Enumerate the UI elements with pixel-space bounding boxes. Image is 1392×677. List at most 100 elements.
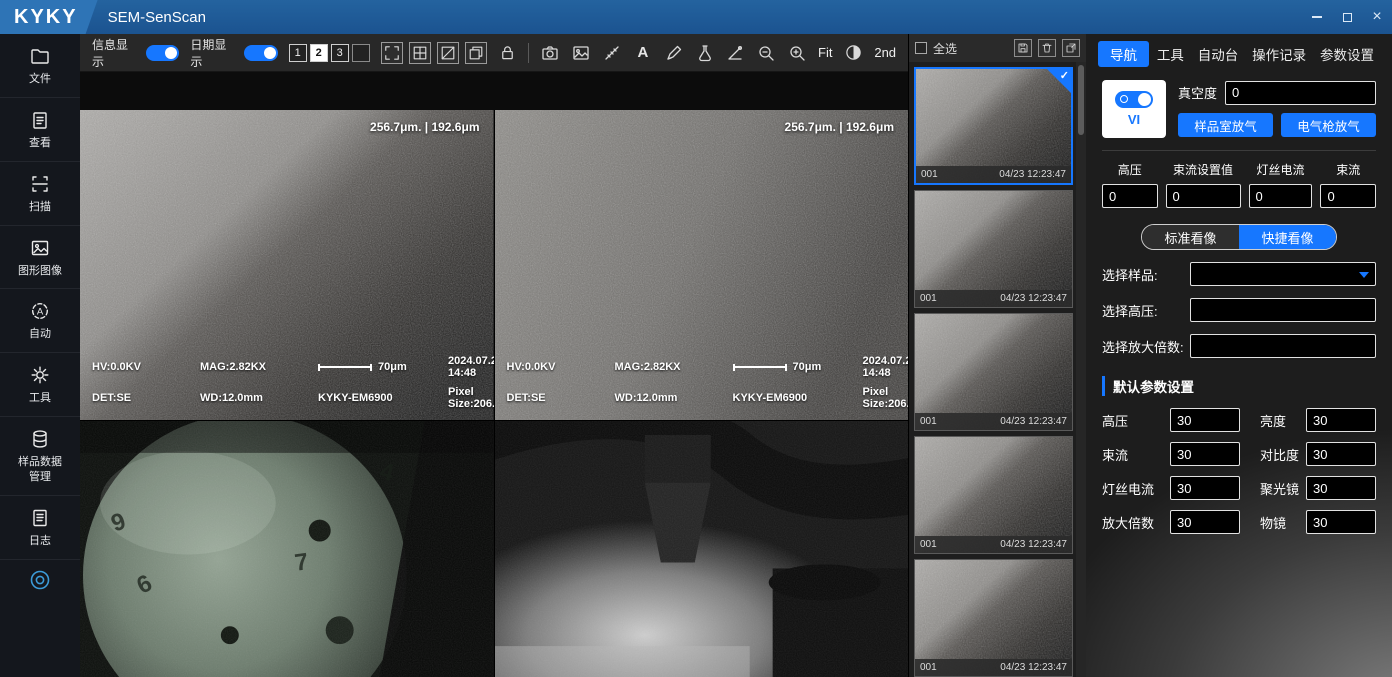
split-view-button[interactable]	[437, 42, 459, 64]
sidebar-item-auto[interactable]: A 自动	[0, 289, 80, 353]
view-3-button[interactable]: 3	[331, 44, 349, 62]
overlay-view-button[interactable]	[465, 42, 487, 64]
grid-icon	[412, 45, 428, 61]
capture-button[interactable]	[540, 42, 560, 64]
sidebar-item-label: 扫描	[14, 200, 66, 215]
measure-button[interactable]	[602, 42, 622, 64]
mag-select-row: 选择放大倍数:	[1102, 334, 1376, 358]
sidebar-item-sample-data[interactable]: 样品数据管理	[0, 417, 80, 496]
vent-chamber-button[interactable]: 样品室放气	[1178, 113, 1273, 137]
tab-tools[interactable]: 工具	[1151, 41, 1190, 67]
thumbnail-item[interactable]: 001 04/23 12:23:47	[914, 559, 1073, 677]
info-display-toggle[interactable]	[146, 45, 180, 61]
vi-power-toggle[interactable]	[1115, 91, 1153, 108]
select-all-checkbox[interactable]	[915, 42, 927, 54]
standard-imaging-button[interactable]: 标准看像	[1142, 225, 1239, 249]
sidebar-item-scan[interactable]: 扫描	[0, 162, 80, 226]
tab-parameter-settings[interactable]: 参数设置	[1314, 41, 1380, 67]
tab-operation-log[interactable]: 操作记录	[1246, 41, 1312, 67]
chamber-camera-viewport[interactable]	[495, 421, 909, 677]
sample-select[interactable]	[1190, 262, 1376, 286]
thumbnail-scrollbar[interactable]	[1076, 62, 1086, 677]
text-annotation-button[interactable]: A	[633, 42, 653, 64]
thumbnail-item[interactable]: ✓ 001 04/23 12:23:47	[914, 67, 1073, 185]
stage-camera-viewport[interactable]: 4 7 9 6	[80, 421, 494, 677]
thumbnail-item[interactable]: 001 04/23 12:23:47	[914, 190, 1073, 308]
mag-value: MAG:2.82KX	[200, 361, 318, 373]
default-filament-input[interactable]	[1170, 476, 1240, 500]
maximize-button[interactable]	[1332, 0, 1362, 34]
default-objective-input[interactable]	[1306, 510, 1376, 534]
beam-set-input[interactable]	[1166, 184, 1241, 208]
tab-auto-stage[interactable]: 自动台	[1192, 41, 1245, 67]
thumbnail-item[interactable]: 001 04/23 12:23:47	[914, 313, 1073, 431]
draw-button[interactable]	[664, 42, 684, 64]
auto-icon: A	[30, 301, 50, 321]
wd-value: WD:12.0mm	[615, 392, 733, 404]
hv-select-input[interactable]	[1190, 298, 1376, 322]
zoom-out-button[interactable]	[756, 42, 776, 64]
contrast-button[interactable]	[844, 42, 864, 64]
sample-select-row: 选择样品:	[1102, 262, 1376, 286]
scalebar-value: 70μm	[378, 361, 407, 373]
minimize-button[interactable]	[1302, 0, 1332, 34]
view-extra-button[interactable]	[352, 44, 370, 62]
thumbnail-item[interactable]: 001 04/23 12:23:47	[914, 436, 1073, 554]
default-contrast-input[interactable]	[1306, 442, 1376, 466]
view-2-button[interactable]: 2	[310, 44, 328, 62]
quick-imaging-button[interactable]: 快捷看像	[1239, 225, 1336, 249]
sample-tool-button[interactable]	[695, 42, 715, 64]
info-display-label: 信息显示	[92, 36, 140, 70]
sidebar-item-file[interactable]: 文件	[0, 34, 80, 98]
default-hv-input[interactable]	[1170, 408, 1240, 432]
sidebar-item-view[interactable]: 查看	[0, 98, 80, 162]
pixel-grid-button[interactable]	[409, 42, 431, 64]
default-condenser-input[interactable]	[1306, 476, 1376, 500]
hv-select-row: 选择高压:	[1102, 298, 1376, 322]
vacuum-input[interactable]	[1225, 81, 1376, 105]
info-display-toggle-group: 信息显示	[92, 36, 179, 70]
save-button[interactable]	[1014, 39, 1032, 57]
sidebar-item-tools[interactable]: 工具	[0, 353, 80, 417]
image-icon	[30, 238, 50, 258]
sidebar-item-log[interactable]: 日志	[0, 496, 80, 560]
delete-button[interactable]	[1038, 39, 1056, 57]
defaults-section-title: 默认参数设置	[1102, 376, 1376, 396]
mag-select-input[interactable]	[1190, 334, 1376, 358]
snapshot-button[interactable]	[571, 42, 591, 64]
tab-navigation[interactable]: 导航	[1098, 41, 1149, 67]
viewer-toolbar: 信息显示 日期显示 1 2 3	[80, 34, 908, 72]
default-brightness-input[interactable]	[1306, 408, 1376, 432]
thumbnail-time: 04/23 12:23:47	[1000, 416, 1067, 427]
default-parameters-grid: 高压 亮度 束流 对比度 灯丝电流 聚光镜 放大倍数 物镜	[1102, 408, 1376, 534]
beam-set-label: 束流设置值	[1166, 161, 1241, 178]
second-display-button[interactable]: 2nd	[874, 45, 896, 60]
vi-toggle-card[interactable]: VI	[1102, 80, 1166, 138]
hv-param-input[interactable]	[1102, 184, 1158, 208]
lock-button[interactable]	[498, 42, 518, 64]
thumbnail-panel: 全选 ✓	[908, 34, 1086, 677]
default-mag-label: 放大倍数	[1102, 513, 1164, 532]
sem-viewport-2[interactable]: 256.7μm. | 192.6μm HV:0.0KV MAG:2.82KX 7…	[495, 110, 909, 420]
sidebar-item-graphics-image[interactable]: 图形图像	[0, 226, 80, 290]
export-button[interactable]	[1062, 39, 1080, 57]
fit-button[interactable]: Fit	[818, 45, 832, 60]
filament-input[interactable]	[1249, 184, 1313, 208]
view-1-button[interactable]: 1	[289, 44, 307, 62]
date-display-toggle[interactable]	[244, 45, 278, 61]
scrollbar-thumb[interactable]	[1078, 65, 1084, 135]
sem-viewport-1[interactable]: 256.7μm. | 192.6μm HV:0.0KV MAG:2.82KX 7…	[80, 110, 494, 420]
angle-measure-button[interactable]	[726, 42, 746, 64]
fullscreen-button[interactable]	[381, 42, 403, 64]
vent-gun-button[interactable]: 电气枪放气	[1281, 113, 1376, 137]
beam-input[interactable]	[1320, 184, 1376, 208]
datetime-value: 2024.07.23 14:48	[863, 355, 909, 379]
display-mode-buttons	[381, 42, 487, 64]
sidebar-item-partial[interactable]	[0, 560, 80, 600]
default-mag-input[interactable]	[1170, 510, 1240, 534]
default-beam-input[interactable]	[1170, 442, 1240, 466]
close-button[interactable]: ×	[1362, 0, 1392, 34]
hv-value: HV:0.0KV	[507, 361, 615, 373]
zoom-in-button[interactable]	[787, 42, 807, 64]
wd-value: WD:12.0mm	[200, 392, 318, 404]
